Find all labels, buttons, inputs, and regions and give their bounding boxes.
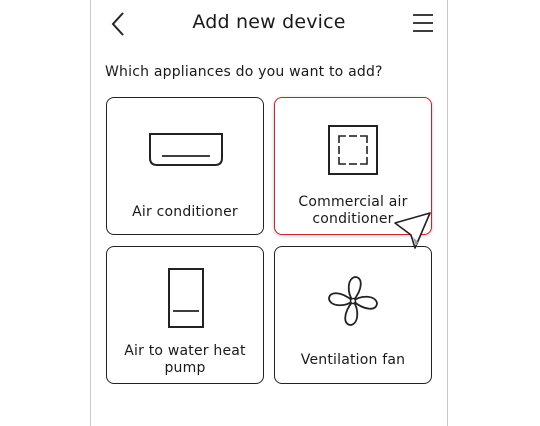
appliance-label: Air to water heat pump: [124, 343, 246, 376]
page-title: Add new device: [192, 11, 346, 33]
appliance-label: Ventilation fan: [300, 352, 406, 368]
app-header: Add new device: [91, 0, 447, 46]
appliance-label: Air conditioner: [132, 204, 238, 220]
pointer-cursor-icon: [394, 212, 431, 249]
ceiling-cassette-icon: [328, 125, 378, 175]
appliance-card-ventilation-fan[interactable]: Ventilation fan: [274, 246, 432, 384]
wall-air-conditioner-icon: [149, 133, 223, 166]
appliance-card-air-conditioner[interactable]: Air conditioner: [106, 97, 264, 235]
appliance-card-air-to-water-heat-pump[interactable]: Air to water heat pump: [106, 246, 264, 384]
heat-pump-unit-icon: [168, 268, 204, 328]
fan-icon: [328, 276, 378, 326]
hamburger-menu-icon[interactable]: [411, 12, 435, 34]
appliance-question: Which appliances do you want to add?: [105, 64, 383, 80]
